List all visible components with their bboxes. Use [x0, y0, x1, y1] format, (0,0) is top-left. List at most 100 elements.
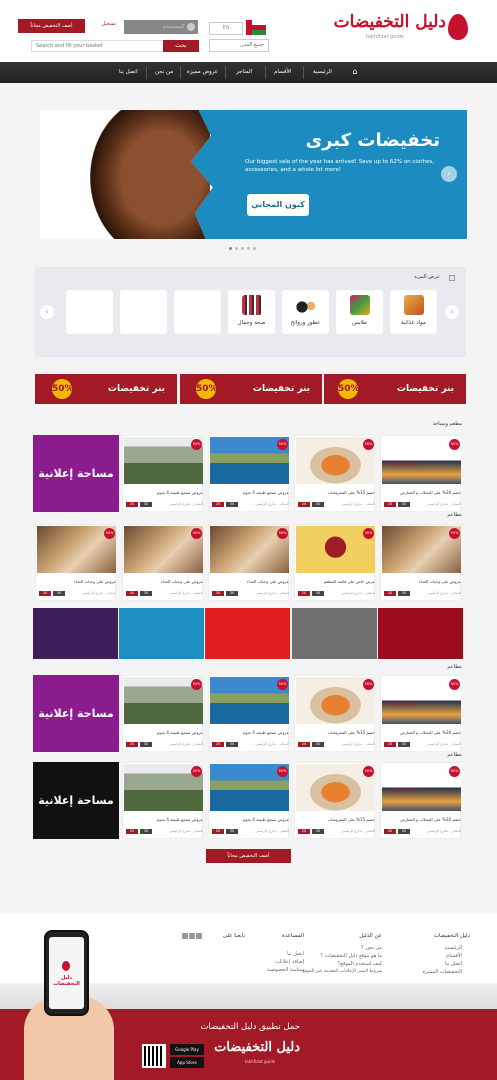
- footer-link[interactable]: الأقسام: [400, 952, 462, 960]
- card-title[interactable]: عروض منتجع طبيعة 4 نجوم: [210, 490, 289, 495]
- nav-contact[interactable]: اتصل بنا: [119, 69, 138, 75]
- card-title[interactable]: عروض منتجع طبيعة 4 نجوم: [124, 490, 203, 495]
- promo-tile[interactable]: [119, 608, 204, 659]
- login-link[interactable]: تسجيل: [88, 21, 116, 27]
- category-empty[interactable]: [120, 290, 167, 334]
- hero-coupon-button[interactable]: كبون المجاني: [247, 194, 309, 216]
- footer-link[interactable]: سياسة الخصوصية: [250, 966, 304, 974]
- offer-card[interactable]: 50% عروض منتجع طبيعة 4 نجوم المتجر - شار…: [208, 435, 289, 512]
- add-offer-button[interactable]: أضف التخفيض مجاناً: [18, 19, 85, 33]
- offer-card[interactable]: 50% عروض منتجع طبيعة 4 نجوم المتجر - شار…: [122, 762, 203, 839]
- city-select[interactable]: جميع المدن: [209, 39, 269, 52]
- footer-link[interactable]: إضافة إعلانات: [250, 958, 304, 966]
- card-title[interactable]: عروض منتجع طبيعة 4 نجوم: [124, 817, 203, 822]
- category-clothes[interactable]: [336, 290, 383, 334]
- offer-card[interactable]: 50% +968-29847085 خصم 30% على المحلات و …: [380, 675, 461, 752]
- card-title[interactable]: خصم 15% على المفروشات: [296, 490, 376, 495]
- slider-dot[interactable]: [229, 247, 232, 250]
- nav-home[interactable]: الرئيسية: [313, 69, 332, 75]
- card-footer: المتجر - شارع الرئيسي 20 30: [210, 591, 289, 596]
- card-title[interactable]: عروض منتجع طبيعة 4 نجوم: [124, 730, 203, 735]
- card-title[interactable]: عروض منتجع طبيعة 4 نجوم: [210, 817, 289, 822]
- nav-about[interactable]: من نحن: [155, 69, 173, 75]
- slider-dot[interactable]: [253, 247, 256, 250]
- social-icon[interactable]: [182, 933, 188, 939]
- card-title[interactable]: عروض على وجبات الغداء: [382, 579, 461, 584]
- card-title[interactable]: عروض منتجع طبيعة 4 نجوم: [210, 730, 289, 735]
- ad-space[interactable]: مساحة إعلانية: [33, 675, 119, 752]
- social-icon[interactable]: [196, 933, 202, 939]
- price-new: 20: [212, 591, 224, 596]
- card-footer: المتجر - شارع الرئيسي 20 30: [124, 742, 203, 747]
- slider-dot[interactable]: [235, 247, 238, 250]
- google-play-button[interactable]: Google Play: [170, 1044, 204, 1055]
- offer-card[interactable]: 50% عروض على وجبات الغداء المتجر - شارع …: [208, 524, 289, 601]
- footer-link[interactable]: التخفيضات المميزة: [400, 968, 462, 976]
- card-footer: المتجر - شارع الرئيسي 20 30: [210, 742, 289, 747]
- offer-card[interactable]: 50% خصم 15% على المفروشات المتجر - شارع …: [294, 762, 375, 839]
- footer-link[interactable]: من نحن ؟: [300, 944, 382, 952]
- nav-special-offers[interactable]: عروض مميزة: [187, 69, 218, 75]
- offer-card[interactable]: 50% خصم 15% على المفروشات المتجر - شارع …: [294, 435, 375, 512]
- offer-card[interactable]: 50% عروض منتجع طبيعة 4 نجوم المتجر - شار…: [122, 675, 203, 752]
- slider-prev-icon[interactable]: ‹: [48, 166, 64, 182]
- card-title[interactable]: خصم 30% على المحلات و المعارض: [382, 730, 461, 735]
- ad-space[interactable]: مساحة إعلانية: [33, 435, 119, 512]
- app-store-button[interactable]: App Store: [170, 1057, 204, 1068]
- slider-next-icon[interactable]: ›: [441, 166, 457, 182]
- footer-link[interactable]: ما هو موقع دليل التخفيضات ؟: [300, 952, 382, 960]
- user-field[interactable]: المستخدم: [124, 20, 198, 34]
- logo-pin-icon[interactable]: [448, 14, 468, 40]
- oman-flag-icon[interactable]: [246, 20, 266, 35]
- category-empty[interactable]: [66, 290, 113, 334]
- card-title[interactable]: عروض على وجبات الغداء: [210, 579, 289, 584]
- card-title[interactable]: خصم 15% على المفروشات: [296, 730, 376, 735]
- nav-sections[interactable]: الأقسام: [274, 69, 291, 75]
- social-icon[interactable]: [189, 933, 195, 939]
- cats-prev-icon[interactable]: ‹: [40, 305, 54, 319]
- add-offer-more-button[interactable]: أضف التخفيض مجاناً: [206, 849, 291, 863]
- offer-card[interactable]: 50% +968-29847085 خصم 30% على المحلات و …: [380, 762, 461, 839]
- category-empty[interactable]: [174, 290, 221, 334]
- card-title[interactable]: خصم 15% على المفروشات: [296, 817, 376, 822]
- slider-dot[interactable]: [247, 247, 250, 250]
- ad-space[interactable]: مساحة إعلانية: [33, 762, 119, 839]
- hero-model-image: [90, 110, 210, 239]
- offer-card[interactable]: 50% عروض على وجبات الغداء المتجر - شارع …: [380, 524, 461, 601]
- offer-card[interactable]: 50% عروض منتجع طبيعة 4 نجوم المتجر - شار…: [208, 675, 289, 752]
- promo-tile[interactable]: [205, 608, 290, 659]
- footer-link[interactable]: اتصل بنا: [250, 950, 304, 958]
- card-title[interactable]: خصم 30% على المحلات و المعارض: [382, 817, 461, 822]
- card-title[interactable]: خصم 30% على المحلات و المعارض: [382, 490, 461, 495]
- categories-more-link[interactable]: عرض المزيد: [414, 274, 440, 280]
- cats-next-icon[interactable]: ›: [445, 305, 459, 319]
- promo-tile[interactable]: [33, 608, 118, 659]
- card-title[interactable]: عروض على وجبات الغداء: [124, 579, 203, 584]
- card-footer: المتجر - شارع الرئيسي 20 30: [382, 742, 461, 747]
- offer-card[interactable]: 50% خصم 15% على المفروشات المتجر - شارع …: [294, 675, 375, 752]
- language-button[interactable]: EN: [209, 22, 243, 35]
- offer-card[interactable]: 50% عروض منتجع طبيعة 4 نجوم المتجر - شار…: [208, 762, 289, 839]
- promo-tile[interactable]: [378, 608, 463, 659]
- category-health-beauty[interactable]: [228, 290, 275, 334]
- promo-tile[interactable]: [292, 608, 377, 659]
- section-title: مطعم وسياحة: [432, 421, 462, 427]
- footer-link[interactable]: الرئيسية: [400, 944, 462, 952]
- hero-slider[interactable]: تخفيضات كبرى Our biggest sale of the yea…: [40, 110, 467, 239]
- home-icon[interactable]: ⌂: [350, 67, 360, 77]
- offer-card[interactable]: 50% عرض خاص على قائمة المطعم المتجر - شا…: [294, 524, 375, 601]
- slider-dot[interactable]: [241, 247, 244, 250]
- offer-card[interactable]: 50% عروض منتجع طبيعة 4 نجوم المتجر - شار…: [122, 435, 203, 512]
- offer-card[interactable]: 50% عروض على وجبات الغداء المتجر - شارع …: [35, 524, 116, 601]
- nav-stores[interactable]: المتاجر: [236, 69, 252, 75]
- offer-card[interactable]: 50% عروض على وجبات الغداء المتجر - شارع …: [122, 524, 203, 601]
- slider-dots[interactable]: [229, 247, 269, 251]
- footer-link[interactable]: كيف استخدم الموقع؟: [300, 960, 382, 968]
- card-title[interactable]: عروض على وجبات الغداء: [37, 579, 116, 584]
- category-perfume[interactable]: [282, 290, 329, 334]
- offer-card[interactable]: 50% +968-29847085 خصم 30% على المحلات و …: [380, 435, 461, 512]
- card-title[interactable]: عرض خاص على قائمة المطعم: [296, 579, 375, 584]
- footer-link[interactable]: اتصل بنا: [400, 960, 462, 968]
- category-food[interactable]: [390, 290, 437, 334]
- search-button[interactable]: بحث: [163, 40, 199, 52]
